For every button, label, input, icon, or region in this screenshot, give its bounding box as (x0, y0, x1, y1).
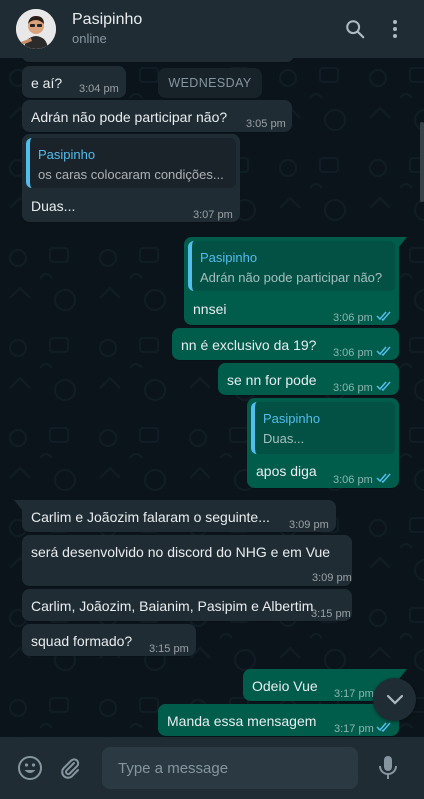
chat-status: online (72, 31, 107, 46)
message-time: 3:09 pm (312, 572, 352, 584)
chat-title-block[interactable]: Pasipinho online (72, 10, 330, 48)
message-text: se nn for pode (227, 372, 317, 388)
emoji-button[interactable] (10, 748, 50, 788)
quote-author: Pasipinho (263, 411, 321, 426)
message-incoming[interactable]: Carlim e Joãozim falaram o seguinte... 3… (22, 500, 336, 532)
bubble-tail (14, 500, 22, 510)
message-time: 3:06 pm (333, 382, 373, 394)
search-button[interactable] (340, 14, 370, 44)
message-time: 3:07 pm (193, 209, 233, 221)
message-bubble-clipped (22, 58, 294, 62)
message-incoming[interactable]: Carlim, Joãozim, Baianim, Pasipim e Albe… (22, 589, 352, 621)
message-input[interactable] (102, 747, 358, 789)
message-list[interactable]: e aí? 3:04 pm WEDNESDAY Adrán não pode p… (0, 58, 424, 737)
message-time: 3:05 pm (246, 118, 286, 130)
chat-name: Pasipinho (72, 11, 143, 28)
attach-button[interactable] (50, 748, 90, 788)
chevron-down-icon (386, 694, 403, 705)
message-outgoing-reply[interactable]: Pasipinho Duas... apos diga 3:06 pm (247, 398, 399, 488)
message-text: Manda essa mensagem (167, 713, 317, 729)
message-outgoing[interactable]: nn é exclusivo da 19? 3:06 pm (172, 328, 399, 360)
message-time: 3:15 pm (311, 608, 351, 620)
read-ticks-icon (376, 311, 391, 321)
message-time: 3:06 pm (333, 312, 373, 324)
message-time: 3:04 pm (79, 83, 119, 95)
more-vertical-icon (393, 20, 397, 38)
scrollbar[interactable] (420, 122, 424, 202)
message-incoming[interactable]: squad formado? 3:15 pm (22, 624, 196, 656)
message-text: Carlim, Joãozim, Baianim, Pasipim e Albe… (31, 598, 314, 614)
bubble-tail (399, 237, 407, 247)
quote-text: Adrán não pode participar não? (200, 270, 383, 285)
chat-header: Pasipinho online (0, 0, 424, 58)
avatar[interactable] (16, 9, 56, 49)
read-ticks-icon (376, 473, 391, 483)
message-time: 3:17 pm (334, 688, 374, 700)
message-text: será desenvolvido no discord do NHG e em… (31, 544, 331, 560)
quote-author: Pasipinho (38, 147, 96, 162)
message-time: 3:17 pm (334, 723, 374, 735)
quote-author: Pasipinho (200, 250, 258, 265)
message-text: Adrán não pode participar não? (31, 109, 228, 125)
quoted-message[interactable]: Pasipinho Duas... (251, 402, 395, 454)
message-text: Carlim e Joãozim falaram o seguinte... (31, 509, 270, 525)
scroll-to-bottom-button[interactable] (373, 678, 416, 721)
message-text: nn é exclusivo da 19? (181, 337, 317, 353)
voice-message-button[interactable] (368, 748, 408, 788)
quoted-message[interactable]: Pasipinho os caras colocaram condições..… (26, 138, 236, 188)
read-ticks-icon (376, 381, 391, 391)
message-text: e aí? (31, 75, 63, 91)
quote-text: Duas... (263, 431, 305, 446)
message-outgoing[interactable]: se nn for pode 3:06 pm (218, 363, 399, 395)
message-text: nnsei (193, 301, 227, 317)
message-incoming[interactable]: e aí? 3:04 pm (22, 66, 126, 98)
message-outgoing[interactable]: Manda essa mensagem 3:17 pm (158, 704, 399, 736)
composer (0, 737, 424, 799)
message-text: squad formado? (31, 633, 133, 649)
search-icon (346, 20, 365, 39)
message-incoming[interactable]: Adrán não pode participar não? 3:05 pm (22, 100, 292, 132)
quote-text: os caras colocaram condições... (38, 167, 224, 182)
message-text: Duas... (31, 198, 76, 214)
message-outgoing-reply[interactable]: Pasipinho Adrán não pode participar não?… (184, 237, 399, 325)
day-divider: WEDNESDAY (158, 68, 262, 98)
message-incoming-reply[interactable]: Pasipinho os caras colocaram condições..… (22, 134, 240, 222)
message-incoming[interactable]: será desenvolvido no discord do NHG e em… (22, 535, 352, 586)
message-text: apos diga (256, 463, 317, 479)
read-ticks-icon (376, 346, 391, 356)
read-ticks-icon (376, 722, 391, 732)
quoted-message[interactable]: Pasipinho Adrán não pode participar não? (188, 241, 395, 291)
message-text: Odeio Vue (252, 678, 318, 694)
emoji-icon (18, 756, 42, 780)
message-time: 3:06 pm (333, 474, 373, 486)
message-time: 3:06 pm (333, 347, 373, 359)
message-time: 3:09 pm (289, 519, 329, 531)
menu-button[interactable] (380, 14, 410, 44)
microphone-icon (379, 756, 397, 779)
message-time: 3:15 pm (149, 643, 189, 655)
paperclip-icon (61, 758, 80, 779)
